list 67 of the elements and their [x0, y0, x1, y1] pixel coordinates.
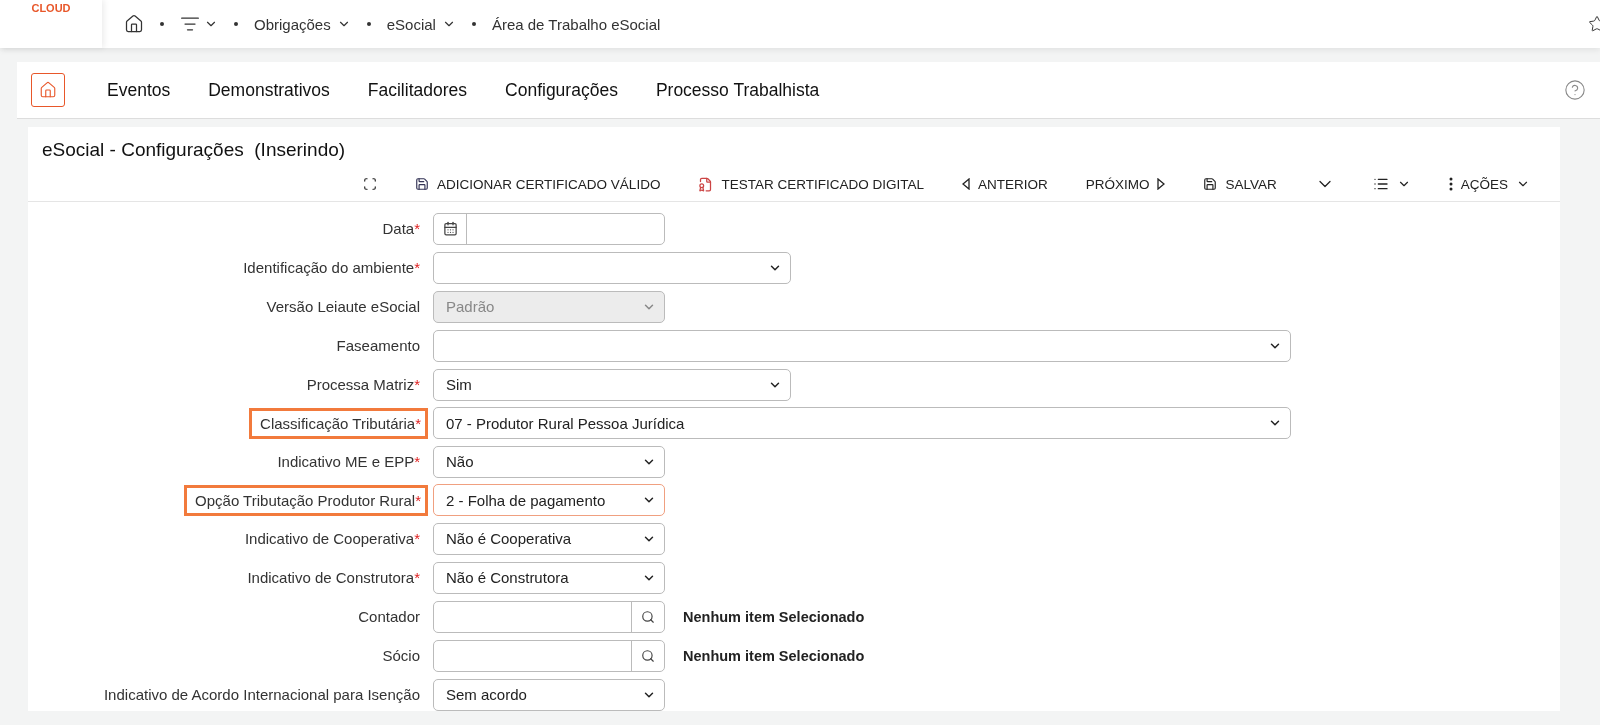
required-asterisk: *	[414, 569, 420, 586]
field-label: Processa Matriz*	[305, 375, 421, 395]
required-asterisk: *	[415, 414, 421, 432]
selection-status: Nenhum item Selecionado	[683, 647, 865, 664]
field-label: Sócio	[381, 646, 421, 666]
certificate-icon	[698, 176, 714, 192]
menu-item[interactable]: Configurações	[505, 79, 618, 101]
home-icon[interactable]	[124, 14, 144, 34]
help-icon[interactable]	[1564, 79, 1586, 101]
select-field[interactable]: Sim	[433, 368, 791, 401]
breadcrumb-link[interactable]: Obrigações	[254, 15, 351, 33]
page-title: eSocial - Configurações (Inserindo)	[41, 138, 347, 162]
more-icon	[1448, 177, 1453, 191]
toolbar-button[interactable]: SALVAR	[1203, 176, 1277, 192]
breadcrumb-link[interactable]: eSocial	[386, 15, 456, 33]
menu-item[interactable]: Facilitadores	[367, 79, 468, 101]
expand-button[interactable]	[363, 177, 378, 191]
date-field[interactable]	[433, 212, 665, 245]
required-asterisk: *	[414, 259, 420, 276]
field-label: Indicativo de Cooperativa*	[243, 529, 421, 549]
field-label: Versão Leiaute eSocial	[265, 297, 421, 317]
triangle-right-icon	[1157, 178, 1166, 190]
field-label: Classificação Tributária*	[249, 407, 428, 439]
field-label: Faseamento	[335, 336, 421, 356]
toolbar-button[interactable]: ANTERIOR	[961, 176, 1048, 192]
field-label: Contador	[357, 607, 421, 627]
breadcrumb-link[interactable]: Área de Trabalho eSocial	[491, 15, 661, 33]
field-label: Opção Tributação Produtor Rural*	[184, 484, 428, 516]
select-field[interactable]: Não é Construtora	[433, 561, 665, 594]
select-field[interactable]	[433, 329, 1291, 362]
toolbar-button[interactable]: TESTAR CERTIFICADO DIGITAL	[698, 176, 924, 192]
search-icon	[641, 609, 655, 624]
required-asterisk: *	[414, 530, 420, 547]
list-icon	[1372, 176, 1389, 192]
field-label: Data*	[381, 219, 421, 239]
required-asterisk: *	[414, 220, 420, 237]
home-button[interactable]	[31, 73, 65, 107]
field-label: Indicativo ME e EPP*	[276, 452, 421, 472]
required-asterisk: *	[415, 491, 421, 509]
toolbar-button[interactable]: PRÓXIMO	[1085, 176, 1166, 192]
expand-icon	[363, 177, 378, 191]
field-label: Identificação do ambiente*	[242, 258, 421, 278]
calendar-icon	[442, 221, 458, 236]
select-field[interactable]: 07 - Produtor Rural Pessoa Jurídica	[433, 407, 1291, 439]
logo-text: CLOUD	[31, 2, 71, 14]
search-field[interactable]	[433, 639, 665, 672]
menu-item[interactable]: Eventos	[107, 79, 171, 101]
select-field[interactable]: Não é Cooperativa	[433, 522, 665, 555]
selection-status: Nenhum item Selecionado	[683, 608, 865, 625]
toolbar-button[interactable]: AÇÕES	[1448, 176, 1530, 192]
field-label: Indicativo de Acordo Internacional para Isenção	[102, 685, 421, 705]
search-icon	[641, 648, 655, 663]
list-menu-button[interactable]	[1372, 176, 1411, 192]
required-asterisk: *	[414, 453, 420, 470]
toolbar-button[interactable]: ADICIONAR CERTIFICADO VÁLIDO	[415, 176, 661, 192]
menu-item[interactable]: Demonstrativos	[208, 79, 330, 101]
select-field[interactable]: 2 - Folha de pagamento	[433, 484, 665, 516]
required-asterisk: *	[414, 376, 420, 393]
menu-item[interactable]: Processo Trabalhista	[655, 79, 820, 101]
save-icon	[1203, 177, 1218, 191]
select-field[interactable]: Não	[433, 445, 665, 478]
triangle-left-icon	[961, 178, 970, 190]
select-field[interactable]: Sem acordo	[433, 678, 665, 711]
select-field[interactable]	[433, 251, 791, 284]
home-icon	[39, 81, 57, 99]
search-field[interactable]	[433, 600, 665, 633]
field-label: Indicativo de Construtora*	[246, 568, 421, 588]
